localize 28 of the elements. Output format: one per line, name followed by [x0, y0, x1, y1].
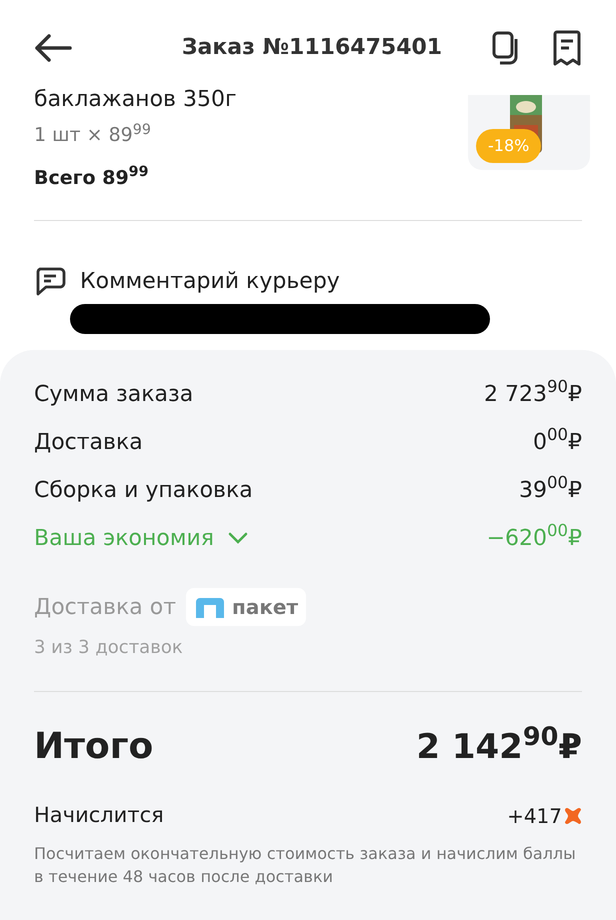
- total-label: Итого: [34, 725, 154, 769]
- delivery-by-label: Доставка от: [34, 594, 176, 622]
- chevron-icon: [228, 532, 248, 544]
- summary-label: Доставка: [34, 428, 143, 456]
- summary-value: 39$^{00}$₽: [519, 474, 582, 504]
- product-total: Всего 89$^{99}$: [34, 164, 150, 190]
- delivery-count: 3 из 3 доставок: [34, 636, 184, 660]
- comment-label: Комментарий курьеру: [80, 268, 340, 296]
- summary-value: 0$^{00}$₽: [533, 426, 582, 456]
- product-name: баклажанов 350г: [34, 87, 238, 113]
- summary-label: Сборка и упаковка: [34, 476, 253, 504]
- brand-logo: пакет: [186, 588, 306, 626]
- chat-icon: [34, 266, 66, 296]
- order-title: Заказ №1116475401: [180, 34, 444, 62]
- back-arrow-icon[interactable]: [34, 32, 72, 62]
- bonus-note: Посчитаем окончательную стоимость заказа и начислим баллы в течение 48 часов после доставки: [34, 842, 577, 888]
- discount-badge: -18%: [476, 129, 542, 163]
- summary-label: Сумма заказа: [34, 380, 194, 408]
- total-value: 2 142$^{90}$₽: [416, 722, 582, 768]
- savings-toggle[interactable]: Ваша экономия: [34, 522, 248, 554]
- bonus-value: +417: [507, 802, 562, 830]
- receipt-icon[interactable]: [552, 30, 582, 66]
- bonus-points-icon: [564, 806, 582, 825]
- summary-value: 2 723$^{90}$₽: [484, 378, 582, 408]
- summary-value: −620$^{00}$₽: [486, 522, 582, 552]
- bonus-label: Начислится: [34, 802, 164, 829]
- product-quantity: 1 шт × 89$^{99}$: [34, 121, 152, 148]
- brand-icon: [194, 596, 226, 618]
